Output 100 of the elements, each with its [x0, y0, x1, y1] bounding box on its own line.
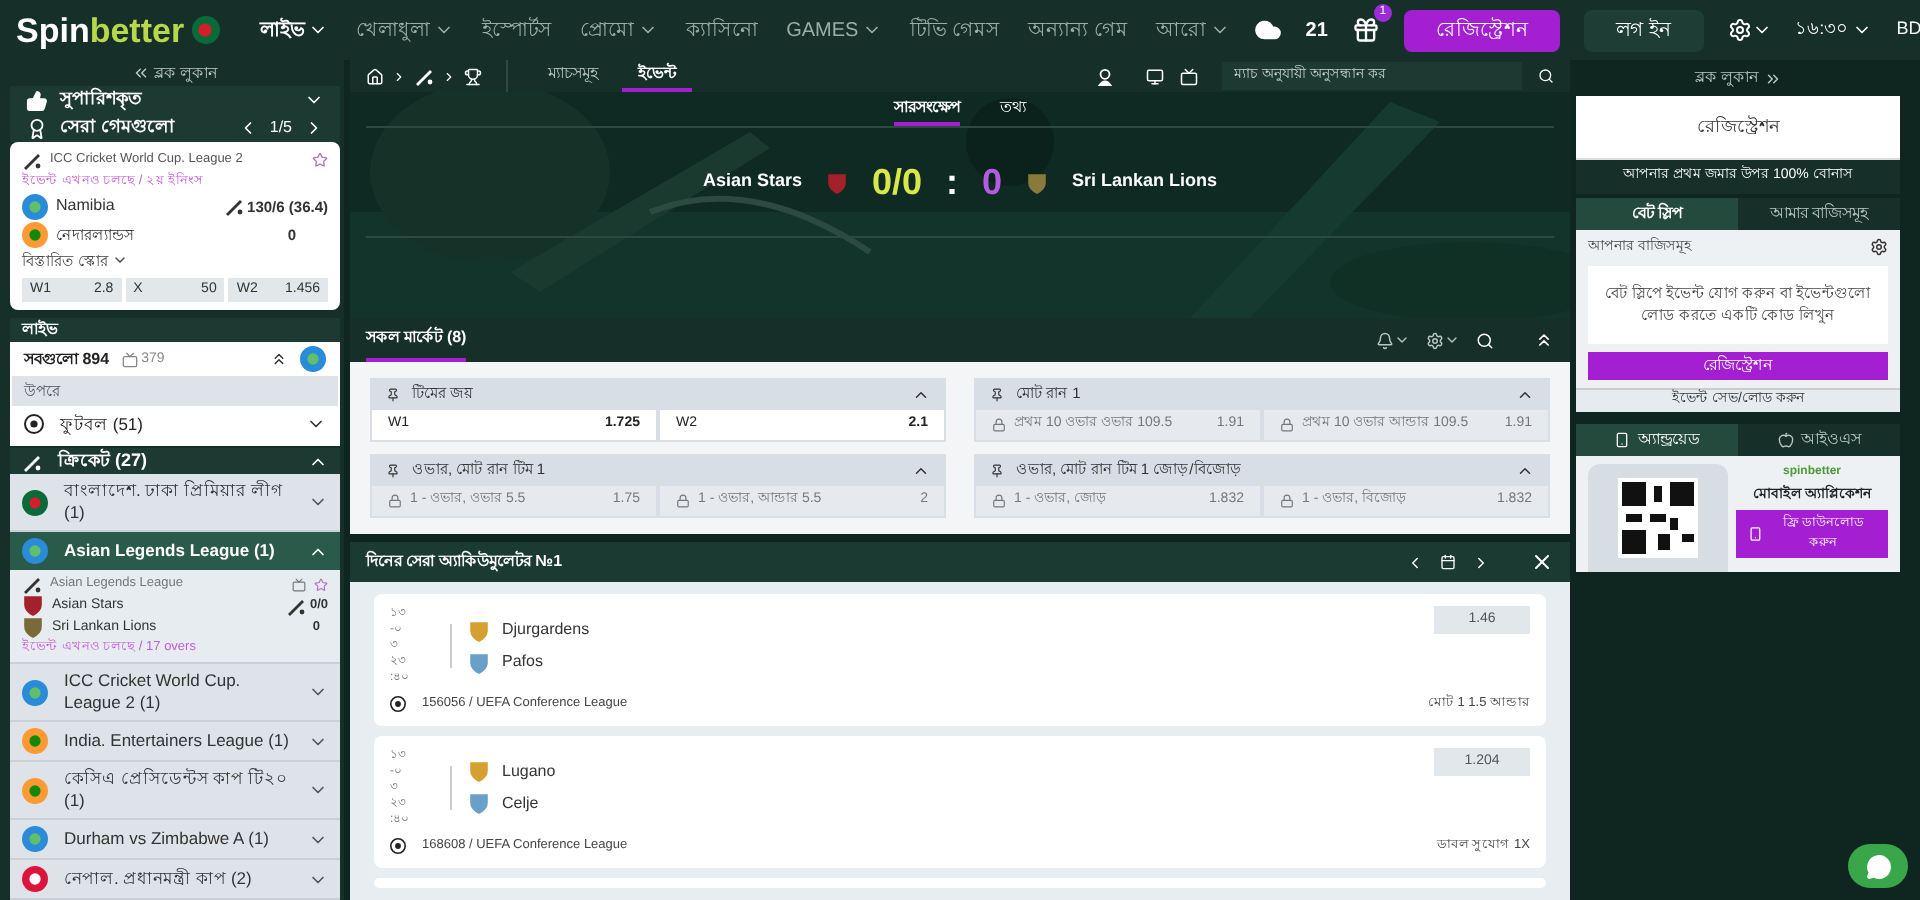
- score-text: 0/0: [871, 159, 923, 205]
- flag-icon: [22, 728, 48, 754]
- tv-icon[interactable]: [1180, 67, 1198, 85]
- pin-icon[interactable]: [386, 387, 400, 401]
- bet-slip-tab[interactable]: বেট স্লিপ: [1576, 197, 1738, 229]
- sport-header[interactable]: ক্রিকেট (27): [10, 447, 340, 475]
- soccer-ball-icon: [390, 837, 406, 854]
- league-row[interactable]: Durham vs Zimbabwe A (1): [10, 820, 340, 858]
- cricket-bat-icon: [22, 574, 42, 595]
- calendar-icon[interactable]: [1440, 554, 1456, 570]
- chat-button[interactable]: [1848, 844, 1908, 888]
- globe-icon: [300, 346, 326, 373]
- globe-icon: [22, 679, 48, 705]
- league-row[interactable]: ICC Cricket World Cup. League 2 (1): [10, 664, 340, 720]
- league-row[interactable]: বাংলাদেশ. ঢাকা প্রিমিয়ার লীগ (1): [10, 474, 340, 531]
- team-crest-icon: [468, 760, 490, 783]
- team-name: Sri Lankan Lions: [1072, 168, 1218, 195]
- sport-name[interactable]: ফুটবল (51): [60, 411, 143, 438]
- all-count-text[interactable]: সবগুলো 894: [24, 347, 110, 372]
- league-row[interactable]: কেসিএ প্রেসিডেন্টস কাপ টি২০ (1): [10, 762, 340, 818]
- nav-menu-item[interactable]: ক্যাসিনো: [686, 15, 759, 45]
- region-text[interactable]: BD: [1896, 16, 1920, 44]
- settings-icon[interactable]: [1870, 238, 1888, 257]
- chevron-down-icon[interactable]: [1394, 332, 1410, 348]
- star-icon[interactable]: [312, 152, 328, 169]
- tab[interactable]: ম্যাচসমূহ: [532, 60, 614, 92]
- home-icon[interactable]: [366, 67, 384, 85]
- search-icon[interactable]: [1476, 331, 1494, 349]
- collapse-icon[interactable]: [1534, 330, 1554, 350]
- pin-icon[interactable]: [386, 463, 400, 477]
- time-selector[interactable]: ১৬:৩০: [1795, 16, 1873, 44]
- screen-icon[interactable]: [1146, 67, 1164, 85]
- recommended-row[interactable]: সুপারিশকৃত: [10, 86, 340, 115]
- logo-text[interactable]: Spinbetter: [16, 13, 185, 47]
- settings-button[interactable]: [1727, 18, 1772, 42]
- pin-icon[interactable]: [990, 387, 1004, 401]
- team-crest-icon: [22, 616, 44, 639]
- nav-menu-item[interactable]: ইস্পোর্টস: [482, 15, 553, 45]
- tv-icon: [292, 577, 306, 592]
- team-crest-icon: [825, 171, 848, 193]
- gear-icon: [1727, 18, 1752, 42]
- globe-icon: [22, 826, 48, 852]
- team-name: Djurgardens: [502, 618, 590, 642]
- team-name: Namibia: [56, 194, 115, 219]
- team-name: Celje: [502, 791, 539, 816]
- bell-icon[interactable]: [1376, 331, 1394, 349]
- search-icon[interactable]: [1538, 68, 1554, 84]
- lock-icon: [1280, 418, 1294, 432]
- bet-slip-tab[interactable]: আমার বাজিসমূহ: [1738, 197, 1900, 229]
- lock-icon: [992, 418, 1006, 432]
- chevron-right-icon: [392, 69, 406, 83]
- flag-icon: [192, 16, 221, 44]
- team-name: Asian Stars: [702, 168, 802, 195]
- platform-tab[interactable]: অ্যান্ড্রয়েড: [1576, 423, 1738, 455]
- nav-menu-item[interactable]: খেলাধুলা: [356, 15, 455, 45]
- pin-icon[interactable]: [990, 463, 1004, 477]
- soccer-ball-icon: [24, 414, 44, 435]
- score-separator: :: [946, 159, 959, 205]
- team-crest-icon: [22, 594, 44, 617]
- sub-tab[interactable]: তথ্য: [1000, 92, 1026, 126]
- chat-icon: [1865, 853, 1891, 879]
- nav-menu-item[interactable]: আরো: [1155, 15, 1230, 45]
- nav-menu-item[interactable]: লাইভ: [260, 15, 329, 45]
- section-title: সেরা গেমগুলো: [60, 114, 176, 141]
- gift-icon[interactable]: [1351, 16, 1380, 44]
- nav-menu-item[interactable]: অন্যান্য গেম: [1027, 15, 1128, 45]
- soccer-ball-icon: [390, 695, 406, 712]
- score-text: 0: [982, 159, 1003, 205]
- register-button[interactable]: রেজিস্ট্রেশন: [1403, 9, 1560, 51]
- globe-icon: [22, 193, 48, 220]
- sub-tab[interactable]: সারসংক্ষেপ: [894, 92, 960, 126]
- cloud-icon: [1253, 16, 1282, 44]
- flag-icon: [22, 866, 48, 892]
- nav-menu-item[interactable]: টিভি গেমস: [910, 15, 1000, 45]
- award-icon: [26, 117, 48, 140]
- chevron-down-icon[interactable]: [1444, 332, 1460, 348]
- register-button[interactable]: রেজিস্ট্রেশন: [1588, 351, 1888, 379]
- previous-icon[interactable]: [1406, 553, 1424, 571]
- login-button[interactable]: লগ ইন: [1583, 9, 1704, 51]
- next-icon[interactable]: [1472, 553, 1490, 571]
- trophy-icon[interactable]: [464, 67, 482, 85]
- cricket-bat-icon: [22, 150, 42, 171]
- double-chevron-right-icon: [1763, 69, 1782, 87]
- nav-menu-item[interactable]: প্রোমো: [580, 15, 659, 45]
- team-crest-icon: [468, 651, 490, 673]
- lock-icon: [992, 494, 1006, 508]
- close-icon[interactable]: [1530, 550, 1554, 574]
- platform-tab[interactable]: আইওএস: [1738, 423, 1900, 455]
- star-icon[interactable]: [314, 577, 328, 592]
- nav-menu-item[interactable]: GAMES: [786, 15, 883, 45]
- league-row[interactable]: নেপাল. প্রধানমন্ত্রী কাপ (2): [10, 860, 340, 898]
- phone-icon: [1748, 525, 1763, 542]
- collapse-icon[interactable]: [270, 350, 288, 369]
- team-crest-icon: [468, 619, 490, 641]
- lock-icon: [388, 494, 402, 508]
- league-row[interactable]: Asian Legends League (1): [10, 532, 340, 571]
- league-row[interactable]: India. Entertainers League (1): [10, 722, 340, 760]
- hide-block-button[interactable]: ব্লক লুকান: [1576, 60, 1900, 96]
- section-title: সুপারিশকৃত: [60, 86, 142, 114]
- hide-block-button[interactable]: ব্লক লুকান: [10, 60, 340, 87]
